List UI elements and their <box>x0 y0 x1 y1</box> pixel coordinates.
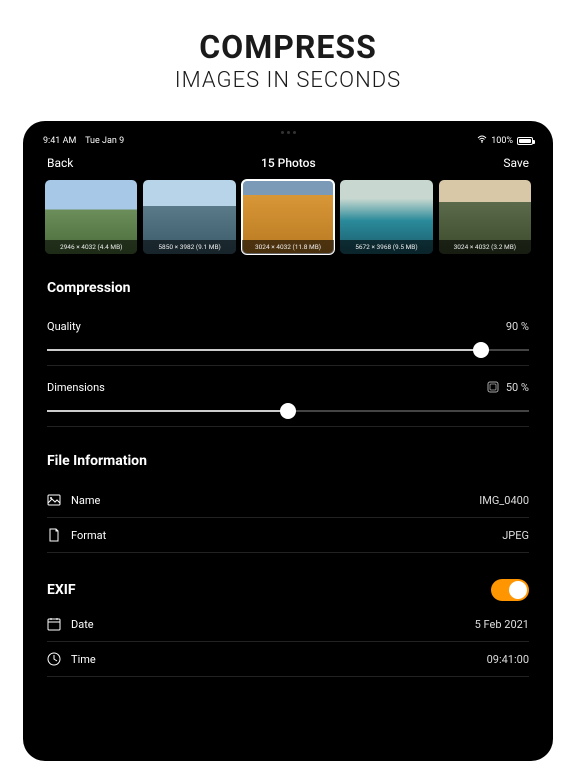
thumbnail[interactable]: 2946 × 4032 (4.4 MB) <box>45 180 137 254</box>
file-info-section: File Information Name IMG_0400 Format <box>33 453 543 553</box>
name-label: Name <box>71 494 100 507</box>
thumbnail-dims: 5672 × 3968 (9.5 MB) <box>340 240 432 254</box>
section-title-file-info: File Information <box>47 453 529 469</box>
exif-section: EXIF Date 5 Feb 2021 <box>33 579 543 677</box>
date-row[interactable]: Date 5 Feb 2021 <box>47 607 529 642</box>
wifi-icon <box>477 135 487 146</box>
device-notch <box>268 131 308 135</box>
section-title-compression: Compression <box>47 280 529 296</box>
clock-icon <box>47 652 61 666</box>
slider-knob[interactable] <box>473 342 489 358</box>
format-value: JPEG <box>502 529 529 542</box>
thumbnail[interactable]: 3024 × 4032 (3.2 MB) <box>439 180 531 254</box>
slider-knob[interactable] <box>280 403 296 419</box>
quality-row: Quality 90 % <box>47 310 529 333</box>
time-row[interactable]: Time 09:41:00 <box>47 642 529 677</box>
thumbnail-dims: 3024 × 4032 (3.2 MB) <box>439 240 531 254</box>
document-icon <box>47 528 61 542</box>
app-screen: 9:41 AM Tue Jan 9 100% Back 15 Photos Sa… <box>33 131 543 751</box>
thumbnail[interactable]: 5850 × 3982 (9.1 MB) <box>143 180 235 254</box>
compression-section: Compression Quality 90 % Dimensions 50 % <box>33 280 543 427</box>
marketing-header: COMPRESS IMAGES IN SECONDS <box>0 0 576 111</box>
quality-label: Quality <box>47 320 81 333</box>
section-title-exif: EXIF <box>47 582 76 598</box>
quality-value: 90 % <box>506 320 529 333</box>
thumbnail-dims: 3024 × 4032 (11.8 MB) <box>242 240 334 254</box>
dimensions-row: Dimensions 50 % <box>47 366 529 394</box>
page-title: 15 Photos <box>261 156 316 170</box>
name-row[interactable]: Name IMG_0400 <box>47 483 529 518</box>
toggle-knob <box>509 581 527 599</box>
marketing-title: COMPRESS <box>0 28 576 66</box>
save-button[interactable]: Save <box>503 156 529 170</box>
battery-icon <box>517 137 533 145</box>
status-time: 9:41 AM <box>43 136 76 146</box>
calendar-icon <box>47 617 61 631</box>
thumbnail[interactable]: 3024 × 4032 (11.8 MB) <box>242 180 334 254</box>
battery-percent: 100% <box>491 136 513 146</box>
tablet-frame: 9:41 AM Tue Jan 9 100% Back 15 Photos Sa… <box>23 121 553 761</box>
back-button[interactable]: Back <box>47 156 73 170</box>
thumbnail-row: 2946 × 4032 (4.4 MB) 5850 × 3982 (9.1 MB… <box>33 180 543 254</box>
status-date: Tue Jan 9 <box>85 136 124 146</box>
format-label: Format <box>71 529 106 542</box>
status-left: 9:41 AM Tue Jan 9 <box>43 136 124 146</box>
date-value: 5 Feb 2021 <box>475 618 529 631</box>
nav-bar: Back 15 Photos Save <box>33 148 543 180</box>
format-row[interactable]: Format JPEG <box>47 518 529 553</box>
status-right: 100% <box>477 135 533 146</box>
slider-fill <box>47 410 288 412</box>
date-label: Date <box>71 618 94 631</box>
marketing-subtitle: IMAGES IN SECONDS <box>0 68 576 93</box>
aspect-lock-icon[interactable] <box>486 380 500 394</box>
thumbnail-dims: 5850 × 3982 (9.1 MB) <box>143 240 235 254</box>
time-label: Time <box>71 653 96 666</box>
name-value: IMG_0400 <box>479 494 529 507</box>
dimensions-value: 50 % <box>506 381 529 394</box>
image-icon <box>47 493 61 507</box>
dimensions-slider[interactable] <box>47 394 529 427</box>
slider-fill <box>47 349 481 351</box>
exif-toggle[interactable] <box>491 579 529 601</box>
thumbnail[interactable]: 5672 × 3968 (9.5 MB) <box>340 180 432 254</box>
thumbnail-dims: 2946 × 4032 (4.4 MB) <box>45 240 137 254</box>
dimensions-label: Dimensions <box>47 381 105 394</box>
time-value: 09:41:00 <box>487 653 529 666</box>
quality-slider[interactable] <box>47 333 529 366</box>
